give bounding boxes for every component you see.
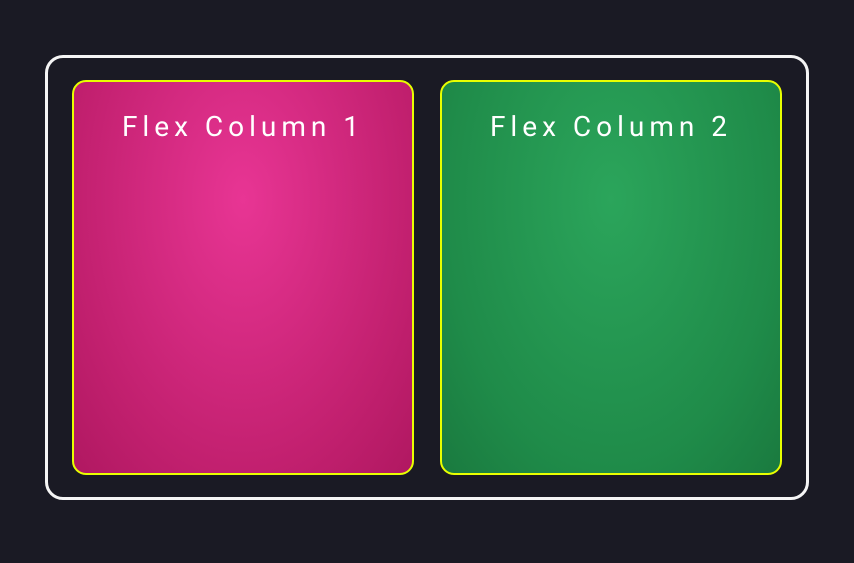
- column-label-1: Flex Column 1: [74, 110, 412, 143]
- flex-column-2: Flex Column 2: [440, 80, 782, 475]
- flex-container: Flex Column 1 Flex Column 2: [45, 55, 809, 500]
- flex-column-1: Flex Column 1: [72, 80, 414, 475]
- column-label-2: Flex Column 2: [442, 110, 780, 143]
